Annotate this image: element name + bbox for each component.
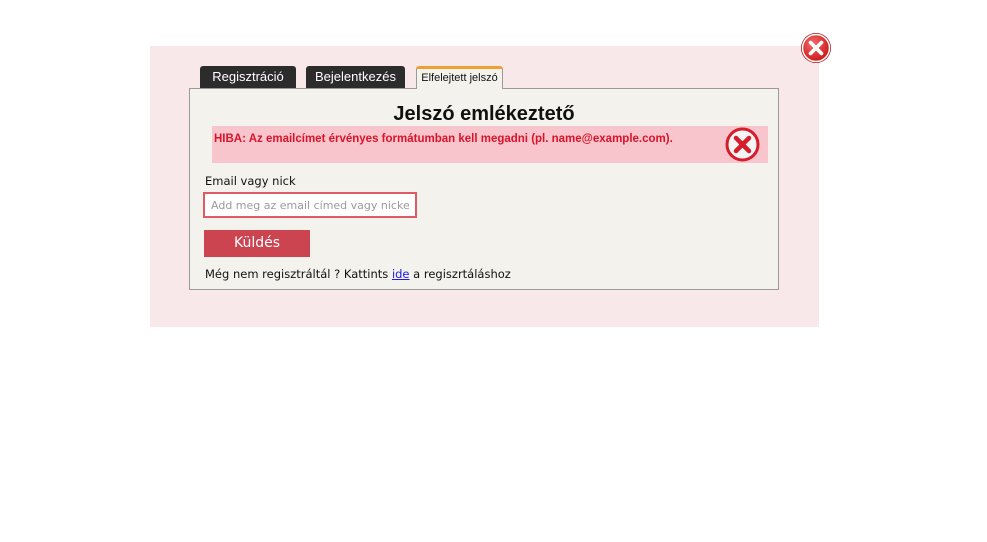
register-link[interactable]: ide (392, 267, 410, 281)
error-message-text: HIBA: Az emailcímet érvényes formátumban… (214, 133, 673, 145)
page-title: Jelszó emlékeztető (393, 103, 575, 125)
tab-login[interactable]: Bejelentkezés (306, 66, 405, 88)
email-nick-label: Email vagy nick (205, 174, 296, 188)
error-x-icon (725, 127, 760, 162)
tab-forgot-password[interactable]: Elfelejtett jelszó (416, 66, 503, 89)
register-prompt-prefix: Még nem regisztráltál ? Kattints (205, 267, 392, 281)
register-prompt: Még nem regisztráltál ? Kattints ide a r… (205, 267, 511, 281)
close-modal-button[interactable] (800, 32, 832, 64)
close-icon (801, 33, 831, 63)
email-nick-input[interactable] (203, 192, 417, 218)
tab-registration[interactable]: Regisztráció (200, 66, 296, 88)
register-prompt-suffix: a regiszrtáláshoz (409, 267, 511, 281)
send-button[interactable]: Küldés (204, 230, 310, 257)
error-message-box: HIBA: Az emailcímet érvényes formátumban… (212, 126, 768, 163)
forgot-password-panel: Jelszó emlékeztető HIBA: Az emailcímet é… (189, 88, 779, 290)
